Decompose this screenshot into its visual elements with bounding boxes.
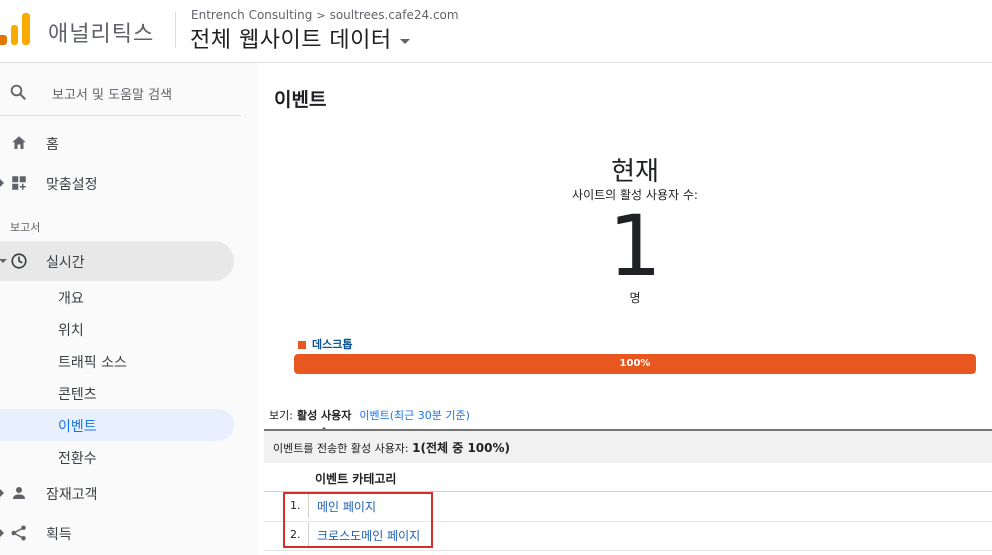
- table-row: 1. 메인 페이지: [264, 492, 992, 522]
- summary-text: 이벤트를 전송한 활성 사용자: 1(전체 중 100%): [273, 439, 510, 456]
- report-search[interactable]: 보고서 및 도움말 검색: [0, 75, 241, 116]
- sidebar-item-acquisition[interactable]: 획득: [0, 515, 234, 551]
- summary-prefix: 이벤트를 전송한 활성 사용자:: [273, 442, 409, 455]
- dashboard-grid-icon: [12, 176, 26, 190]
- sidebar-subitem-location[interactable]: 위치: [0, 313, 234, 345]
- row-number: 2.: [290, 528, 301, 541]
- event-category-link[interactable]: 크로스도메인 페이지: [317, 527, 420, 544]
- summary-value: 1(전체 중 100%): [412, 441, 511, 455]
- sidebar-item-label: 잠재고객: [46, 487, 98, 503]
- device-legend: 데스크톱: [298, 336, 352, 352]
- product-name[interactable]: 애널리틱스: [48, 16, 154, 48]
- column-divider: [308, 494, 309, 518]
- device-share-bar: 100%: [294, 354, 976, 374]
- now-label: 현재: [611, 157, 659, 187]
- sidebar-subitem-label: 콘텐츠: [58, 387, 97, 403]
- view-toggle: 보기: 활성 사용자 이벤트(최근 30분 기준): [269, 407, 470, 423]
- view-name: 전체 웹사이트 데이터: [190, 28, 392, 53]
- expand-arrow-icon: [0, 529, 4, 537]
- expand-arrow-icon: [0, 179, 4, 187]
- person-icon: [13, 487, 25, 499]
- table-header: 이벤트 카테고리: [264, 463, 992, 492]
- expand-arrow-icon: [0, 489, 4, 497]
- property-name: soultrees.cafe24.com: [329, 8, 459, 22]
- sidebar-item-customization[interactable]: 맞춤설정: [0, 165, 234, 201]
- sidebar-subitem-label: 이벤트: [58, 419, 97, 435]
- caret-down-icon: [399, 38, 410, 44]
- view-selector[interactable]: 전체 웹사이트 데이터: [190, 22, 410, 54]
- collapse-arrow-icon: [0, 259, 7, 263]
- search-placeholder: 보고서 및 도움말 검색: [52, 88, 173, 103]
- sidebar-subitem-traffic-sources[interactable]: 트래픽 소스: [0, 345, 234, 377]
- column-header-event-category[interactable]: 이벤트 카테고리: [315, 470, 396, 487]
- sidebar-subitem-conversions[interactable]: 전환수: [0, 441, 234, 473]
- sidebar-item-realtime[interactable]: 실시간: [0, 241, 234, 281]
- home-icon: [12, 136, 26, 149]
- account-breadcrumb[interactable]: Entrench Consulting > soultrees.cafe24.com: [191, 8, 459, 22]
- sidebar-subitem-label: 위치: [58, 323, 84, 339]
- sidebar-subitem-overview[interactable]: 개요: [0, 281, 234, 313]
- summary-bar: 이벤트를 전송한 활성 사용자: 1(전체 중 100%): [264, 429, 992, 463]
- account-name: Entrench Consulting: [191, 8, 313, 22]
- view-label: 보기:: [269, 409, 293, 422]
- sidebar-item-label: 실시간: [46, 255, 85, 271]
- device-share-percent: 100%: [619, 358, 651, 369]
- sidebar-item-label: 맞춤설정: [46, 177, 98, 193]
- view-tab-events-30min[interactable]: 이벤트(최근 30분 기준): [359, 409, 470, 422]
- row-number: 1.: [290, 499, 301, 512]
- sidebar-item-label: 획득: [46, 527, 72, 543]
- sidebar: 보고서 및 도움말 검색 홈 맞춤설정 보고서 실시간 개요 위치 트래픽 소스…: [0, 63, 258, 555]
- acquisition-icon: [11, 525, 26, 541]
- search-icon: [10, 84, 26, 100]
- sidebar-subitem-label: 개요: [58, 291, 84, 307]
- page-title: 이벤트: [274, 89, 327, 111]
- column-divider: [308, 523, 309, 547]
- sidebar-subitem-label: 전환수: [58, 451, 97, 467]
- sidebar-subitem-content[interactable]: 콘텐츠: [0, 377, 234, 409]
- sidebar-item-home[interactable]: 홈: [0, 125, 234, 161]
- view-tab-active-users[interactable]: 활성 사용자: [297, 409, 351, 422]
- count-unit: 명: [629, 291, 641, 305]
- table-row: 2. 크로스도메인 페이지: [264, 521, 992, 551]
- sidebar-item-audience[interactable]: 잠재고객: [0, 475, 234, 511]
- app-header: 애널리틱스 Entrench Consulting > soultrees.cafe…: [0, 0, 992, 63]
- active-users-count: 1: [608, 197, 662, 295]
- sidebar-subitem-label: 트래픽 소스: [58, 355, 127, 371]
- analytics-logo-icon[interactable]: [0, 11, 30, 45]
- clock-icon: [11, 253, 27, 269]
- chevron-right-icon: >: [316, 9, 326, 22]
- event-category-link[interactable]: 메인 페이지: [317, 498, 376, 515]
- legend-swatch: [298, 341, 306, 349]
- main-content: 이벤트 현재 사이트의 활성 사용자 수: 1 명 데스크톱 100% 보기: 활…: [258, 63, 992, 555]
- reports-section-label: 보고서: [10, 221, 41, 234]
- sidebar-item-label: 홈: [46, 137, 59, 153]
- legend-label: 데스크톱: [312, 338, 353, 351]
- sidebar-subitem-events[interactable]: 이벤트: [0, 409, 234, 441]
- header-divider: [175, 12, 176, 48]
